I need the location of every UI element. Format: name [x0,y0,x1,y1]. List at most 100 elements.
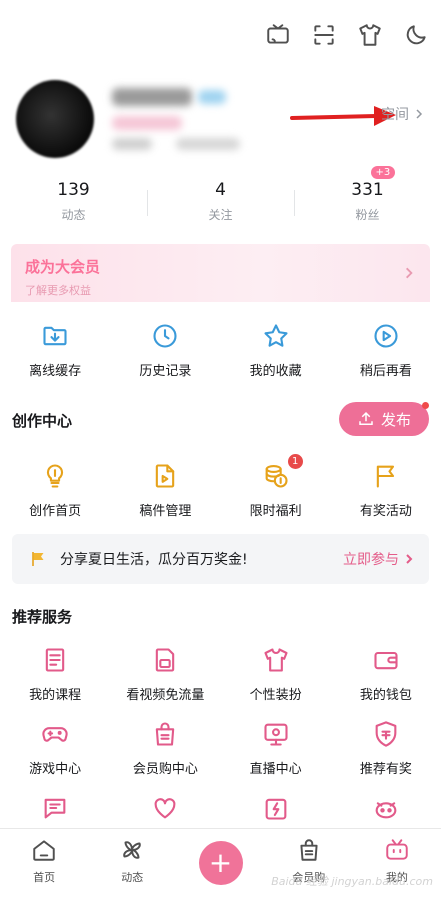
services-row-3-partial [0,792,441,824]
welfare-count-badge: 1 [287,454,303,469]
service-partial-2[interactable] [110,792,220,824]
manuscript-management[interactable]: 稿件管理 [110,460,220,519]
quick-history[interactable]: 历史记录 [110,320,220,379]
service-label: 看视频免流量 [126,688,205,703]
prize-activities[interactable]: 有奖活动 [331,460,441,519]
creation-label: 创作首页 [29,504,82,519]
level-badge-blurred [198,90,226,104]
stat-value: 4 [215,180,226,200]
quick-actions: 离线缓存 历史记录 我的收藏 稍后再看 [0,320,441,379]
gamepad-icon [0,718,110,750]
stat-label: 关注 [208,208,233,222]
creation-label: 限时福利 [249,504,302,519]
coins-icon [221,460,331,492]
stat-label: 粉丝 [355,208,380,222]
quick-label: 我的收藏 [249,364,302,379]
bulb-icon [0,460,110,492]
service-partial-1[interactable] [0,792,110,824]
scan-icon[interactable] [309,20,339,50]
vip-title: 成为大会员 [25,258,101,276]
moon-icon[interactable] [401,20,431,50]
username-blurred [112,88,192,106]
wallet-icon [331,644,441,676]
service-label: 游戏中心 [29,762,82,777]
vip-tag-blurred [112,116,182,130]
nav-dynamics[interactable]: 动态 [88,829,176,903]
mascot-icon [331,792,441,824]
publish-button[interactable]: 发布 [339,402,429,436]
new-fans-badge: +3 [370,166,396,179]
bilibili-tv-icon [386,839,408,860]
quick-label: 历史记录 [139,364,192,379]
service-my-courses[interactable]: 我的课程 [0,644,110,703]
stat-value: 139 [57,180,90,200]
tv-cast-icon[interactable] [263,20,293,50]
service-label: 直播中心 [249,762,302,777]
nav-home[interactable]: 首页 [0,829,88,903]
stat-fans[interactable]: +3 331 粉丝 [294,166,441,230]
service-live-center[interactable]: 直播中心 [221,718,331,777]
space-link[interactable]: 空间 [381,104,425,124]
service-referral-reward[interactable]: 推荐有奖 [331,718,441,777]
publish-label: 发布 [380,410,411,429]
service-partial-3[interactable] [221,792,331,824]
home-icon [33,840,55,861]
top-toolbar [263,20,431,50]
download-folder-icon [0,320,110,352]
service-dress-up[interactable]: 个性装扮 [221,644,331,703]
sim-card-icon [110,644,220,676]
join-now-link[interactable]: 立即参与 [343,549,415,569]
watch-later-icon [331,320,441,352]
shopping-bag-icon [110,718,220,750]
tshirt-icon [221,644,331,676]
stat-value: 331 [351,180,384,200]
service-label: 我的课程 [29,688,82,703]
limited-welfare[interactable]: 1 限时福利 [221,454,331,519]
banner-text: 分享夏日生活，瓜分百万奖金! [60,552,248,568]
chat-icon [0,792,110,824]
service-partial-4[interactable] [331,792,441,824]
heart-hands-icon [110,792,220,824]
pinwheel-icon [123,841,142,859]
creation-home[interactable]: 创作首页 [0,460,110,519]
charge-box-icon [221,792,331,824]
plus-icon: + [198,841,243,885]
star-icon [221,320,331,352]
nav-publish[interactable]: + [176,829,264,903]
service-wallet[interactable]: 我的钱包 [331,644,441,703]
vip-promo-card[interactable]: 成为大会员 了解更多权益 [11,244,430,302]
manuscript-icon [110,460,220,492]
stat-following[interactable]: 4 关注 [147,180,294,230]
profile-header[interactable]: 空间 [16,80,425,164]
creation-grid: 创作首页 稿件管理 1 限时福利 有奖活动 [0,454,441,519]
summer-campaign-banner[interactable]: 分享夏日生活，瓜分百万奖金! 立即参与 [12,534,429,584]
award-badge-icon [331,718,441,750]
stat-label: 动态 [61,208,86,222]
vip-subtitle: 了解更多权益 [25,284,91,297]
service-mall-center[interactable]: 会员购中心 [110,718,220,777]
notification-dot [422,402,429,409]
stat-dynamics[interactable]: 139 动态 [0,180,147,230]
services-title: 推荐服务 [12,608,73,626]
nav-mine[interactable]: 我的 [353,829,441,903]
service-game-center[interactable]: 游戏中心 [0,718,110,777]
service-label: 个性装扮 [249,688,302,703]
flag-icon [331,460,441,492]
nav-mall[interactable]: 会员购 [265,829,353,903]
tshirt-icon[interactable] [355,20,385,50]
live-tv-icon [221,718,331,750]
quick-offline-cache[interactable]: 离线缓存 [0,320,110,379]
service-label: 推荐有奖 [359,762,412,777]
quick-favorites[interactable]: 我的收藏 [221,320,331,379]
service-free-data[interactable]: 看视频免流量 [110,644,220,703]
nav-label: 首页 [33,871,56,884]
avatar[interactable] [16,80,94,158]
service-label: 我的钱包 [359,688,412,703]
course-book-icon [0,644,110,676]
coin-info-blurred [112,138,152,150]
creation-label: 稿件管理 [139,504,192,519]
chevron-right-icon [416,109,423,119]
campaign-flag-icon [32,552,44,566]
chevron-right-icon [406,267,413,279]
quick-watch-later[interactable]: 稍后再看 [331,320,441,379]
